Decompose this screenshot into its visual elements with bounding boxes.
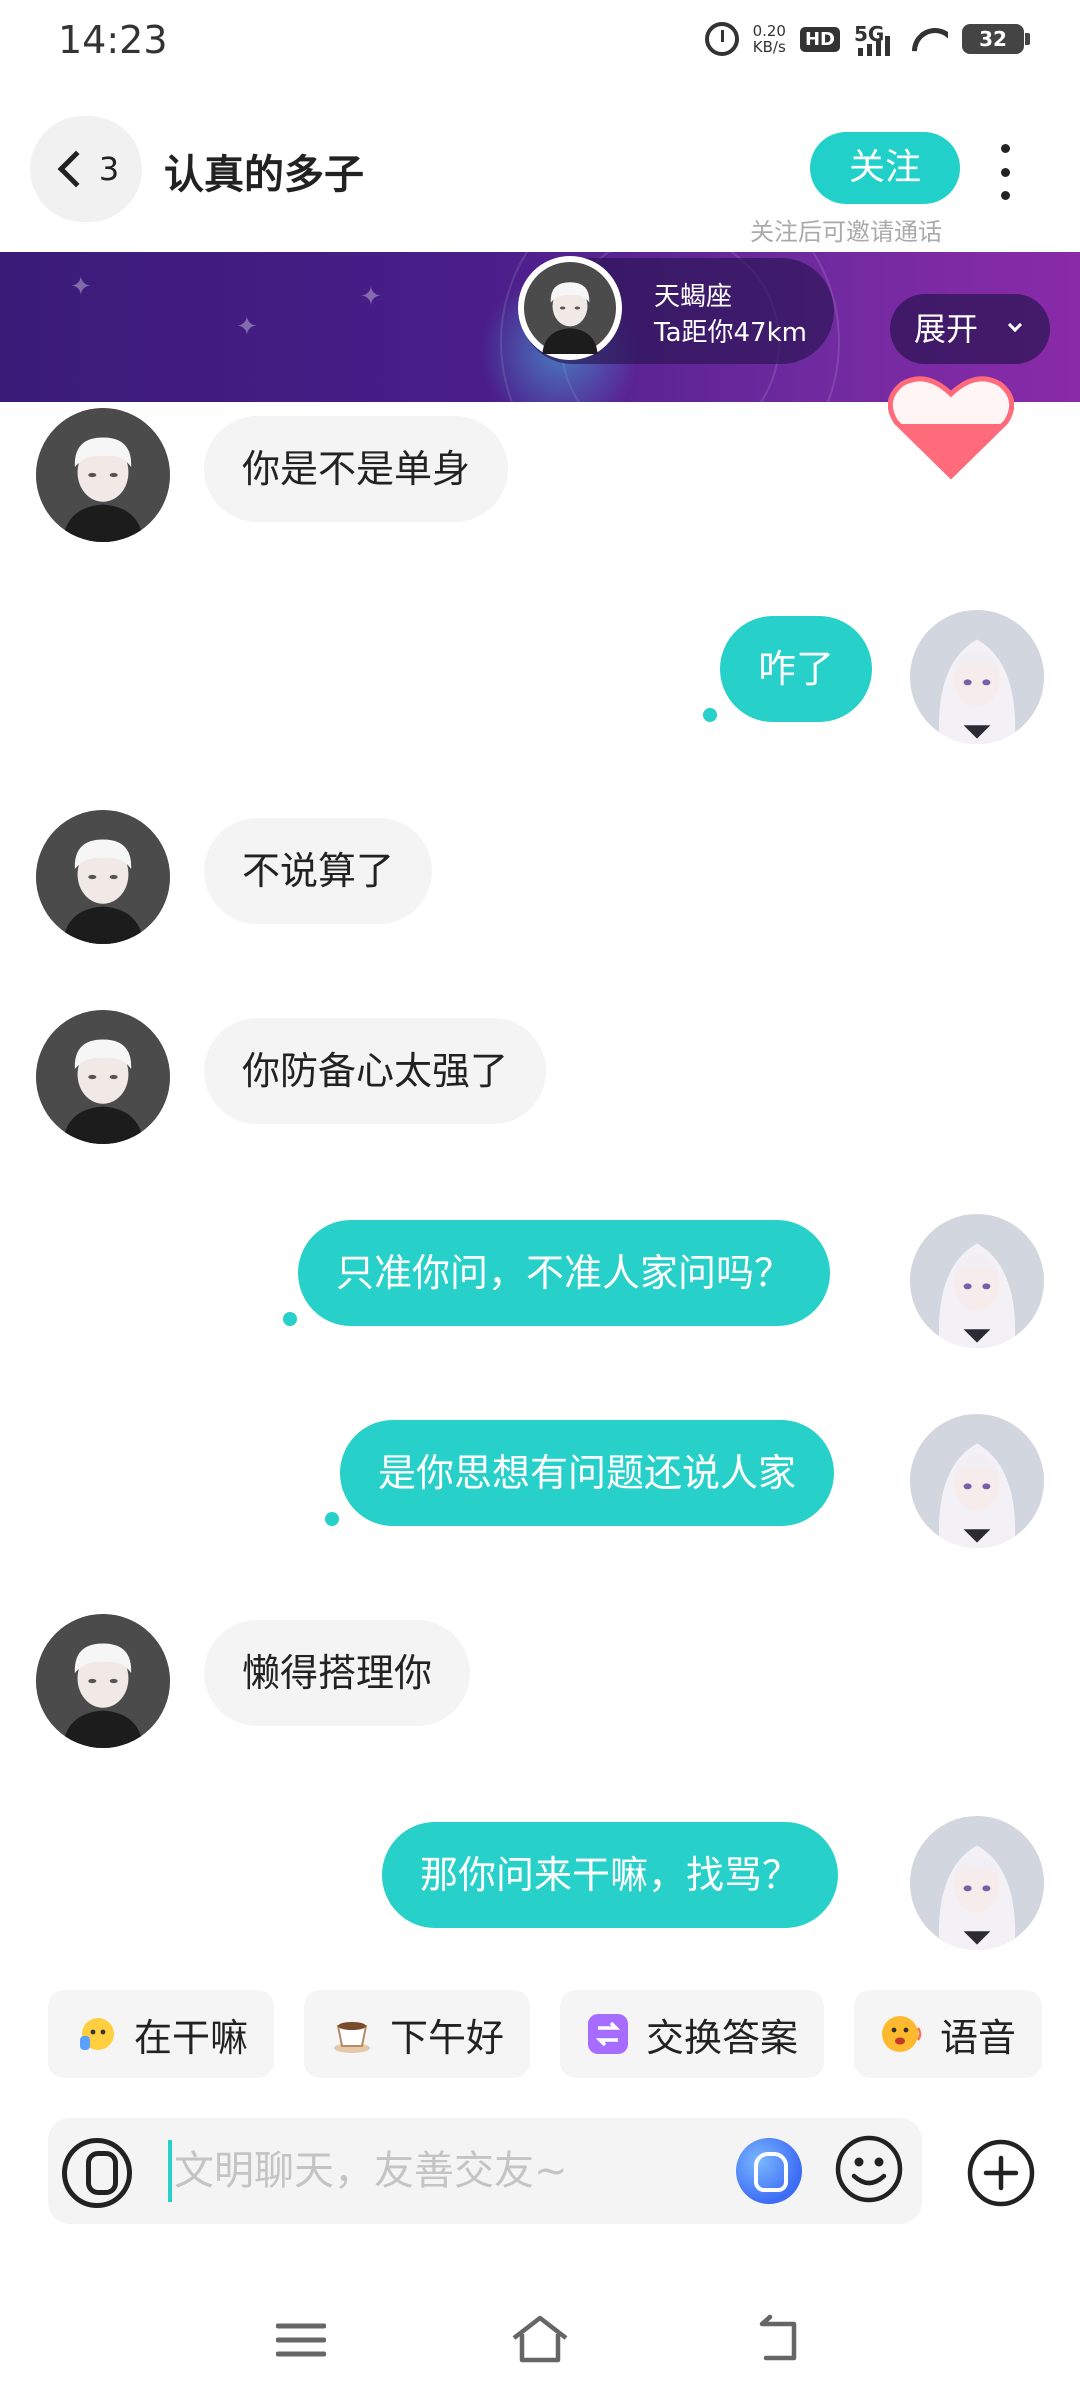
sparkle-icon: ✦ [70, 272, 92, 302]
sparkle-icon: ✦ [360, 282, 382, 312]
distance-label: Ta距你47km [654, 318, 807, 348]
quick-reply-label: 在干嘛 [134, 2015, 249, 2060]
my-avatar[interactable] [910, 1214, 1044, 1348]
status-bar: 14:23 0.20 KB/s HD 5G 32 [0, 0, 1080, 84]
menu-icon[interactable] [276, 2320, 326, 2360]
female-avatar-icon [910, 610, 1044, 744]
expand-button[interactable]: 展开 [890, 294, 1050, 364]
read-indicator [703, 708, 717, 722]
wifi-icon [912, 24, 948, 54]
contact-avatar[interactable] [36, 810, 170, 944]
hd-icon: HD [799, 26, 840, 52]
chat-screen: 14:23 0.20 KB/s HD 5G 32 3 认真的多子 关注 关注后可… [0, 0, 1080, 2400]
status-time: 14:23 [58, 18, 168, 62]
quick-reply-label: 下午好 [390, 2015, 505, 2060]
contact-avatar[interactable] [36, 1614, 170, 1748]
follow-button[interactable]: 关注 [810, 132, 960, 204]
net-speed-value: 0.20 [752, 22, 786, 40]
net-speed: 0.20 KB/s [753, 23, 786, 55]
plus-icon[interactable] [966, 2138, 1036, 2208]
incoming-message[interactable]: 不说算了 [204, 818, 433, 924]
female-avatar-icon [910, 1816, 1044, 1950]
5g-signal-icon: 5G [854, 22, 898, 56]
male-avatar-icon [36, 810, 170, 944]
quick-reply[interactable]: 在干嘛 [48, 1990, 275, 2078]
incoming-message[interactable]: 懒得搭理你 [204, 1620, 471, 1726]
page-title: 认真的多子 [164, 152, 364, 198]
outgoing-message[interactable]: 只准你问，不准人家问吗？ [298, 1220, 831, 1326]
smiley-icon[interactable] [834, 2134, 904, 2204]
thinking-emoji-icon [80, 2018, 114, 2050]
quick-replies: 在干嘛 下午好 交换答案 语音 [48, 1990, 1043, 2078]
male-avatar-icon [36, 1010, 170, 1144]
microphone-icon[interactable] [62, 2138, 132, 2208]
ai-assistant-icon[interactable] [736, 2138, 802, 2204]
my-avatar[interactable] [910, 1816, 1044, 1950]
female-avatar-icon [910, 1214, 1044, 1348]
male-avatar-icon [36, 408, 170, 542]
battery-level: 32 [979, 27, 1007, 51]
sparkle-icon: ✦ [236, 312, 258, 342]
my-avatar[interactable] [910, 1414, 1044, 1548]
read-indicator [283, 1312, 297, 1326]
home-icon[interactable] [510, 2314, 570, 2364]
outgoing-message[interactable]: 咋了 [720, 616, 873, 722]
back-icon[interactable] [754, 2314, 804, 2364]
quick-reply[interactable]: 交换答案 [560, 1990, 825, 2078]
battery-icon: 32 [962, 24, 1030, 54]
contact-avatar[interactable] [36, 408, 170, 542]
male-avatar-icon [36, 1614, 170, 1748]
message-input[interactable] [174, 2136, 724, 2206]
chevron-down-icon [1007, 317, 1023, 333]
unread-count: 3 [98, 150, 120, 188]
alarm-icon [704, 22, 739, 56]
chevron-left-icon [57, 150, 95, 188]
incoming-message[interactable]: 你是不是单身 [204, 416, 509, 522]
system-nav-bar [0, 2300, 1080, 2400]
outgoing-message[interactable]: 那你问来干嘛，找骂？ [382, 1822, 839, 1928]
incoming-message[interactable]: 你防备心太强了 [204, 1018, 547, 1124]
quick-reply[interactable]: 语音 [854, 1990, 1043, 2078]
chat-header: 3 认真的多子 关注 关注后可邀请通话 [0, 110, 1080, 250]
quick-reply-label: 交换答案 [646, 2015, 799, 2060]
read-indicator [325, 1512, 339, 1526]
heart-icon[interactable] [888, 370, 1014, 480]
text-cursor [168, 2140, 172, 2202]
zodiac-label: 天蝎座 [654, 282, 733, 312]
contact-avatar[interactable] [36, 1010, 170, 1144]
voice-emoji-icon [882, 2016, 922, 2052]
status-icons: 0.20 KB/s HD 5G 32 [704, 22, 1030, 56]
more-vertical-icon[interactable] [990, 144, 1020, 200]
male-avatar-icon [524, 262, 616, 354]
expand-label: 展开 [914, 310, 979, 348]
follow-hint: 关注后可邀请通话 [750, 218, 942, 246]
coffee-cup-icon [334, 2022, 371, 2053]
back-button[interactable]: 3 [30, 116, 142, 222]
my-avatar[interactable] [910, 610, 1044, 744]
quick-reply-label: 语音 [940, 2015, 1017, 2060]
outgoing-message[interactable]: 是你思想有问题还说人家 [340, 1420, 835, 1526]
quick-reply[interactable]: 下午好 [304, 1990, 531, 2078]
female-avatar-icon [910, 1414, 1044, 1548]
banner-avatar[interactable] [518, 256, 622, 360]
swap-icon [588, 2014, 629, 2054]
net-speed-unit: KB/s [752, 38, 786, 56]
message-input-bar [48, 2118, 922, 2224]
